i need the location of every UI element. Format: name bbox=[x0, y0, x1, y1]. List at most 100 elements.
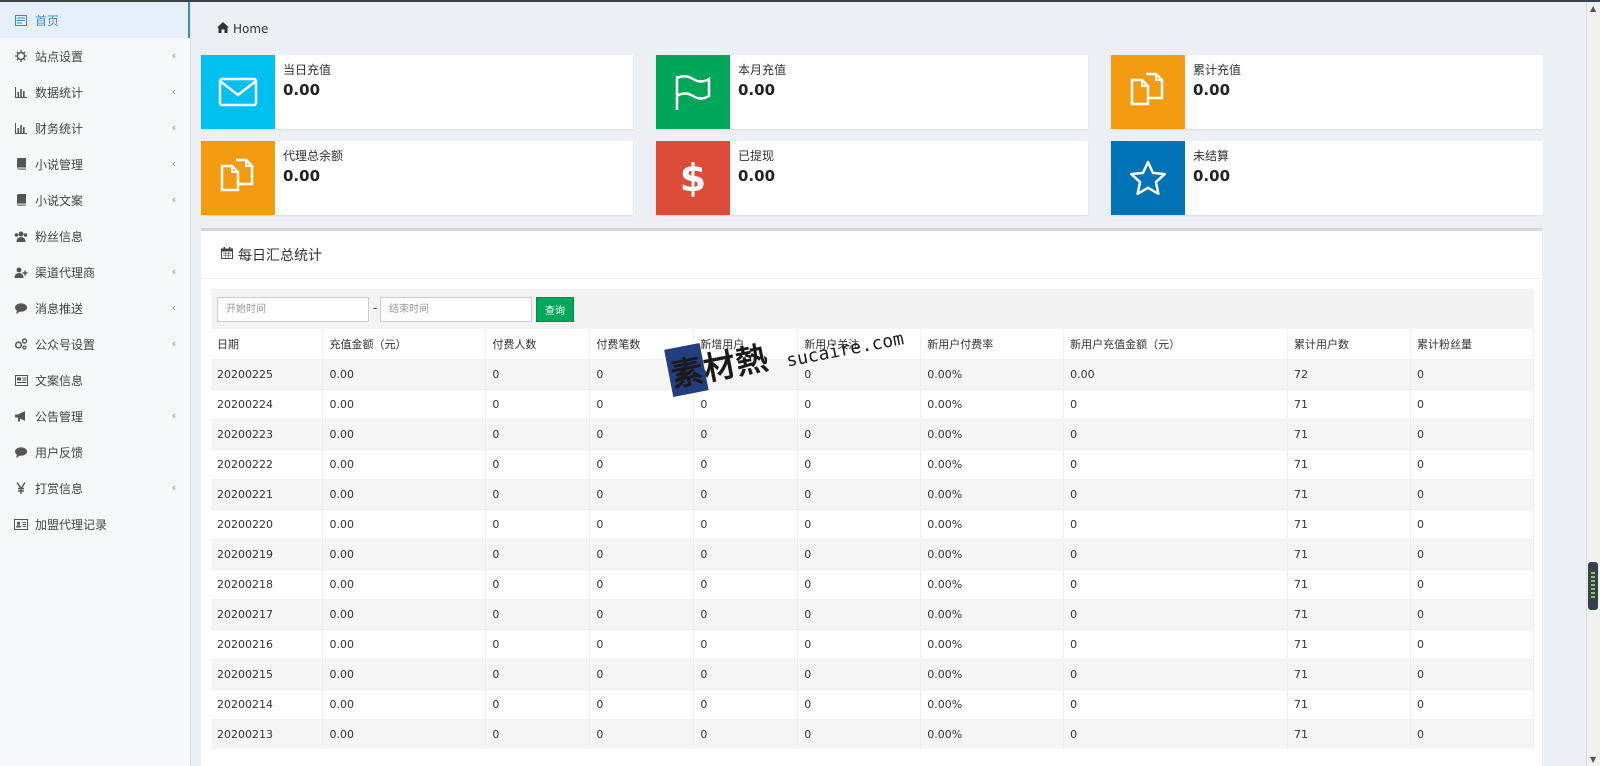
sidebar-item[interactable]: 用户反馈 bbox=[0, 434, 190, 470]
sidebar-item[interactable]: 公告管理 ‹ bbox=[0, 398, 190, 434]
sidebar-item[interactable]: 财务统计 ‹ bbox=[0, 110, 190, 146]
stat-box: 代理总余额 0.00 bbox=[201, 141, 633, 215]
table-cell: 71 bbox=[1287, 688, 1411, 719]
sidebar-item[interactable]: 加盟代理记录 bbox=[0, 506, 190, 542]
table-row: 20200224 0.00 0 0 0 0 0.00% 0 71 0 bbox=[211, 388, 1535, 419]
breadcrumb-home-label: Home bbox=[233, 22, 269, 36]
table-row: 20200214 0.00 0 0 0 0 0.00% 0 71 0 bbox=[211, 688, 1535, 719]
column-header[interactable]: 新用户付费率 bbox=[920, 329, 1065, 359]
scroll-up-arrow-icon[interactable]: ▲ bbox=[1590, 4, 1596, 13]
table-cell: 0 bbox=[589, 418, 695, 449]
table-cell: 0 bbox=[1063, 568, 1289, 599]
table-cell: 20200214 bbox=[211, 688, 324, 719]
table-cell: 20200213 bbox=[211, 718, 324, 749]
table-cell: 0 bbox=[485, 598, 591, 629]
table-cell: 0.00 bbox=[322, 628, 487, 659]
table-cell: 71 bbox=[1287, 388, 1411, 419]
table-cell: 0 bbox=[485, 688, 591, 719]
table-cell: 0.00 bbox=[322, 568, 487, 599]
dashboard-icon bbox=[14, 13, 28, 27]
sidebar-item[interactable]: 小说管理 ‹ bbox=[0, 146, 190, 182]
table-cell: 0 bbox=[485, 448, 591, 479]
sidebar-item-label: 站点设置 bbox=[35, 49, 84, 64]
table-row: 20200215 0.00 0 0 0 0 0.00% 0 71 0 bbox=[211, 658, 1535, 689]
table-cell: 0 bbox=[1063, 418, 1289, 449]
date-range-separator: - bbox=[373, 301, 378, 315]
sidebar-item[interactable]: 文案信息 bbox=[0, 362, 190, 398]
sidebar-item[interactable]: 打赏信息 ‹ bbox=[0, 470, 190, 506]
stat-box: $ 已提现 0.00 bbox=[656, 141, 1088, 215]
sidebar-item[interactable]: 粉丝信息 bbox=[0, 218, 190, 254]
query-button[interactable]: 查询 bbox=[536, 297, 574, 322]
breadcrumb[interactable]: Home bbox=[217, 22, 268, 36]
table-cell: 0 bbox=[797, 538, 922, 569]
sidebar-item[interactable]: 数据统计 ‹ bbox=[0, 74, 190, 110]
table-cell: 0 bbox=[1410, 598, 1535, 629]
start-date-input[interactable] bbox=[217, 297, 369, 322]
table-cell: 0 bbox=[485, 718, 591, 749]
table-cell: 0 bbox=[485, 478, 591, 509]
table-cell: 0.00% bbox=[920, 448, 1065, 479]
table-row: 20200222 0.00 0 0 0 0 0.00% 0 71 0 bbox=[211, 448, 1535, 479]
table-cell: 0.00% bbox=[920, 568, 1065, 599]
stat-label: 本月充值 bbox=[738, 63, 787, 77]
table-cell: 0 bbox=[1410, 658, 1535, 689]
table-cell: 20200220 bbox=[211, 508, 324, 539]
sidebar-item[interactable]: 首页 bbox=[0, 2, 190, 38]
daily-summary-panel: 每日汇总统计 - 查询 日期充值金额（元）付费人数付费笔数新增用户新用户关注新用… bbox=[201, 228, 1542, 766]
column-header[interactable]: 付费笔数 bbox=[589, 329, 695, 359]
table-cell: 0 bbox=[1063, 478, 1289, 509]
newspaper-icon bbox=[14, 373, 28, 387]
table-cell: 0 bbox=[693, 568, 799, 599]
table-cell: 0 bbox=[589, 628, 695, 659]
end-date-input[interactable] bbox=[380, 297, 532, 322]
book-icon bbox=[14, 157, 28, 171]
daily-stats-table: 日期 充值金额（元） 付费人数 付费笔数 新增用户 新用户关注 新用户付费率 新用户充值金额（… bbox=[211, 329, 1535, 749]
stat-text: 代理总余额 0.00 bbox=[275, 141, 343, 215]
table-cell: 0.00% bbox=[920, 688, 1065, 719]
table-cell: 0.00 bbox=[322, 718, 487, 749]
table-row: 20200220 0.00 0 0 0 0 0.00% 0 71 0 bbox=[211, 508, 1535, 539]
sidebar-item[interactable]: 消息推送 ‹ bbox=[0, 290, 190, 326]
chevron-left-icon: ‹ bbox=[171, 121, 176, 134]
table-cell: 0.00 bbox=[322, 658, 487, 689]
scrollbar-thumb[interactable] bbox=[1588, 562, 1598, 610]
column-header[interactable]: 累计用户数 bbox=[1287, 329, 1411, 359]
table-cell: 71 bbox=[1287, 568, 1411, 599]
vertical-scrollbar[interactable]: ▲ ▼ bbox=[1586, 2, 1600, 766]
table-cell: 0.00 bbox=[322, 358, 487, 389]
stat-box: 本月充值 0.00 bbox=[656, 55, 1088, 129]
sidebar-item[interactable]: 公众号设置 ‹ bbox=[0, 326, 190, 362]
table-cell: 0 bbox=[1410, 508, 1535, 539]
table-cell: 0.00% bbox=[920, 418, 1065, 449]
table-cell: 0 bbox=[1063, 388, 1289, 419]
table-cell: 0 bbox=[797, 388, 922, 419]
column-header[interactable]: 新增用户 bbox=[693, 329, 799, 359]
sidebar-item-label: 财务统计 bbox=[35, 121, 84, 136]
column-header[interactable]: 新用户关注 bbox=[797, 329, 922, 359]
sidebar-item[interactable]: 渠道代理商 ‹ bbox=[0, 254, 190, 290]
table-cell: 0 bbox=[1410, 478, 1535, 509]
table-header-row: 日期 充值金额（元） 付费人数 付费笔数 新增用户 新用户关注 新用户付费率 新用户充值金额（… bbox=[211, 329, 1535, 359]
table-cell: 0 bbox=[1410, 538, 1535, 569]
column-header[interactable]: 付费人数 bbox=[485, 329, 591, 359]
column-header[interactable]: 累计粉丝量 bbox=[1410, 329, 1535, 359]
column-header[interactable]: 充值金额（元） bbox=[322, 329, 487, 359]
table-row: 20200216 0.00 0 0 0 0 0.00% 0 71 0 bbox=[211, 628, 1535, 659]
calendar-icon bbox=[221, 246, 233, 263]
svg-text:$: $ bbox=[680, 157, 706, 199]
chevron-left-icon: ‹ bbox=[171, 193, 176, 206]
sidebar-item-label: 小说文案 bbox=[35, 193, 84, 208]
sidebar-item[interactable]: 站点设置 ‹ bbox=[0, 38, 190, 74]
column-header[interactable]: 新用户充值金额（元） bbox=[1063, 329, 1289, 359]
envelope-icon bbox=[201, 55, 275, 129]
column-header[interactable]: 日期 bbox=[211, 329, 324, 359]
table-cell: 0 bbox=[693, 418, 799, 449]
date-filter-bar: - 查询 bbox=[211, 289, 1534, 329]
scroll-down-arrow-icon[interactable]: ▼ bbox=[1590, 755, 1596, 764]
stat-label: 未结算 bbox=[1193, 149, 1230, 163]
sidebar-item[interactable]: 小说文案 ‹ bbox=[0, 182, 190, 218]
table-cell: 0 bbox=[589, 718, 695, 749]
table-cell: 0 bbox=[1063, 658, 1289, 689]
star-icon bbox=[1111, 141, 1185, 215]
